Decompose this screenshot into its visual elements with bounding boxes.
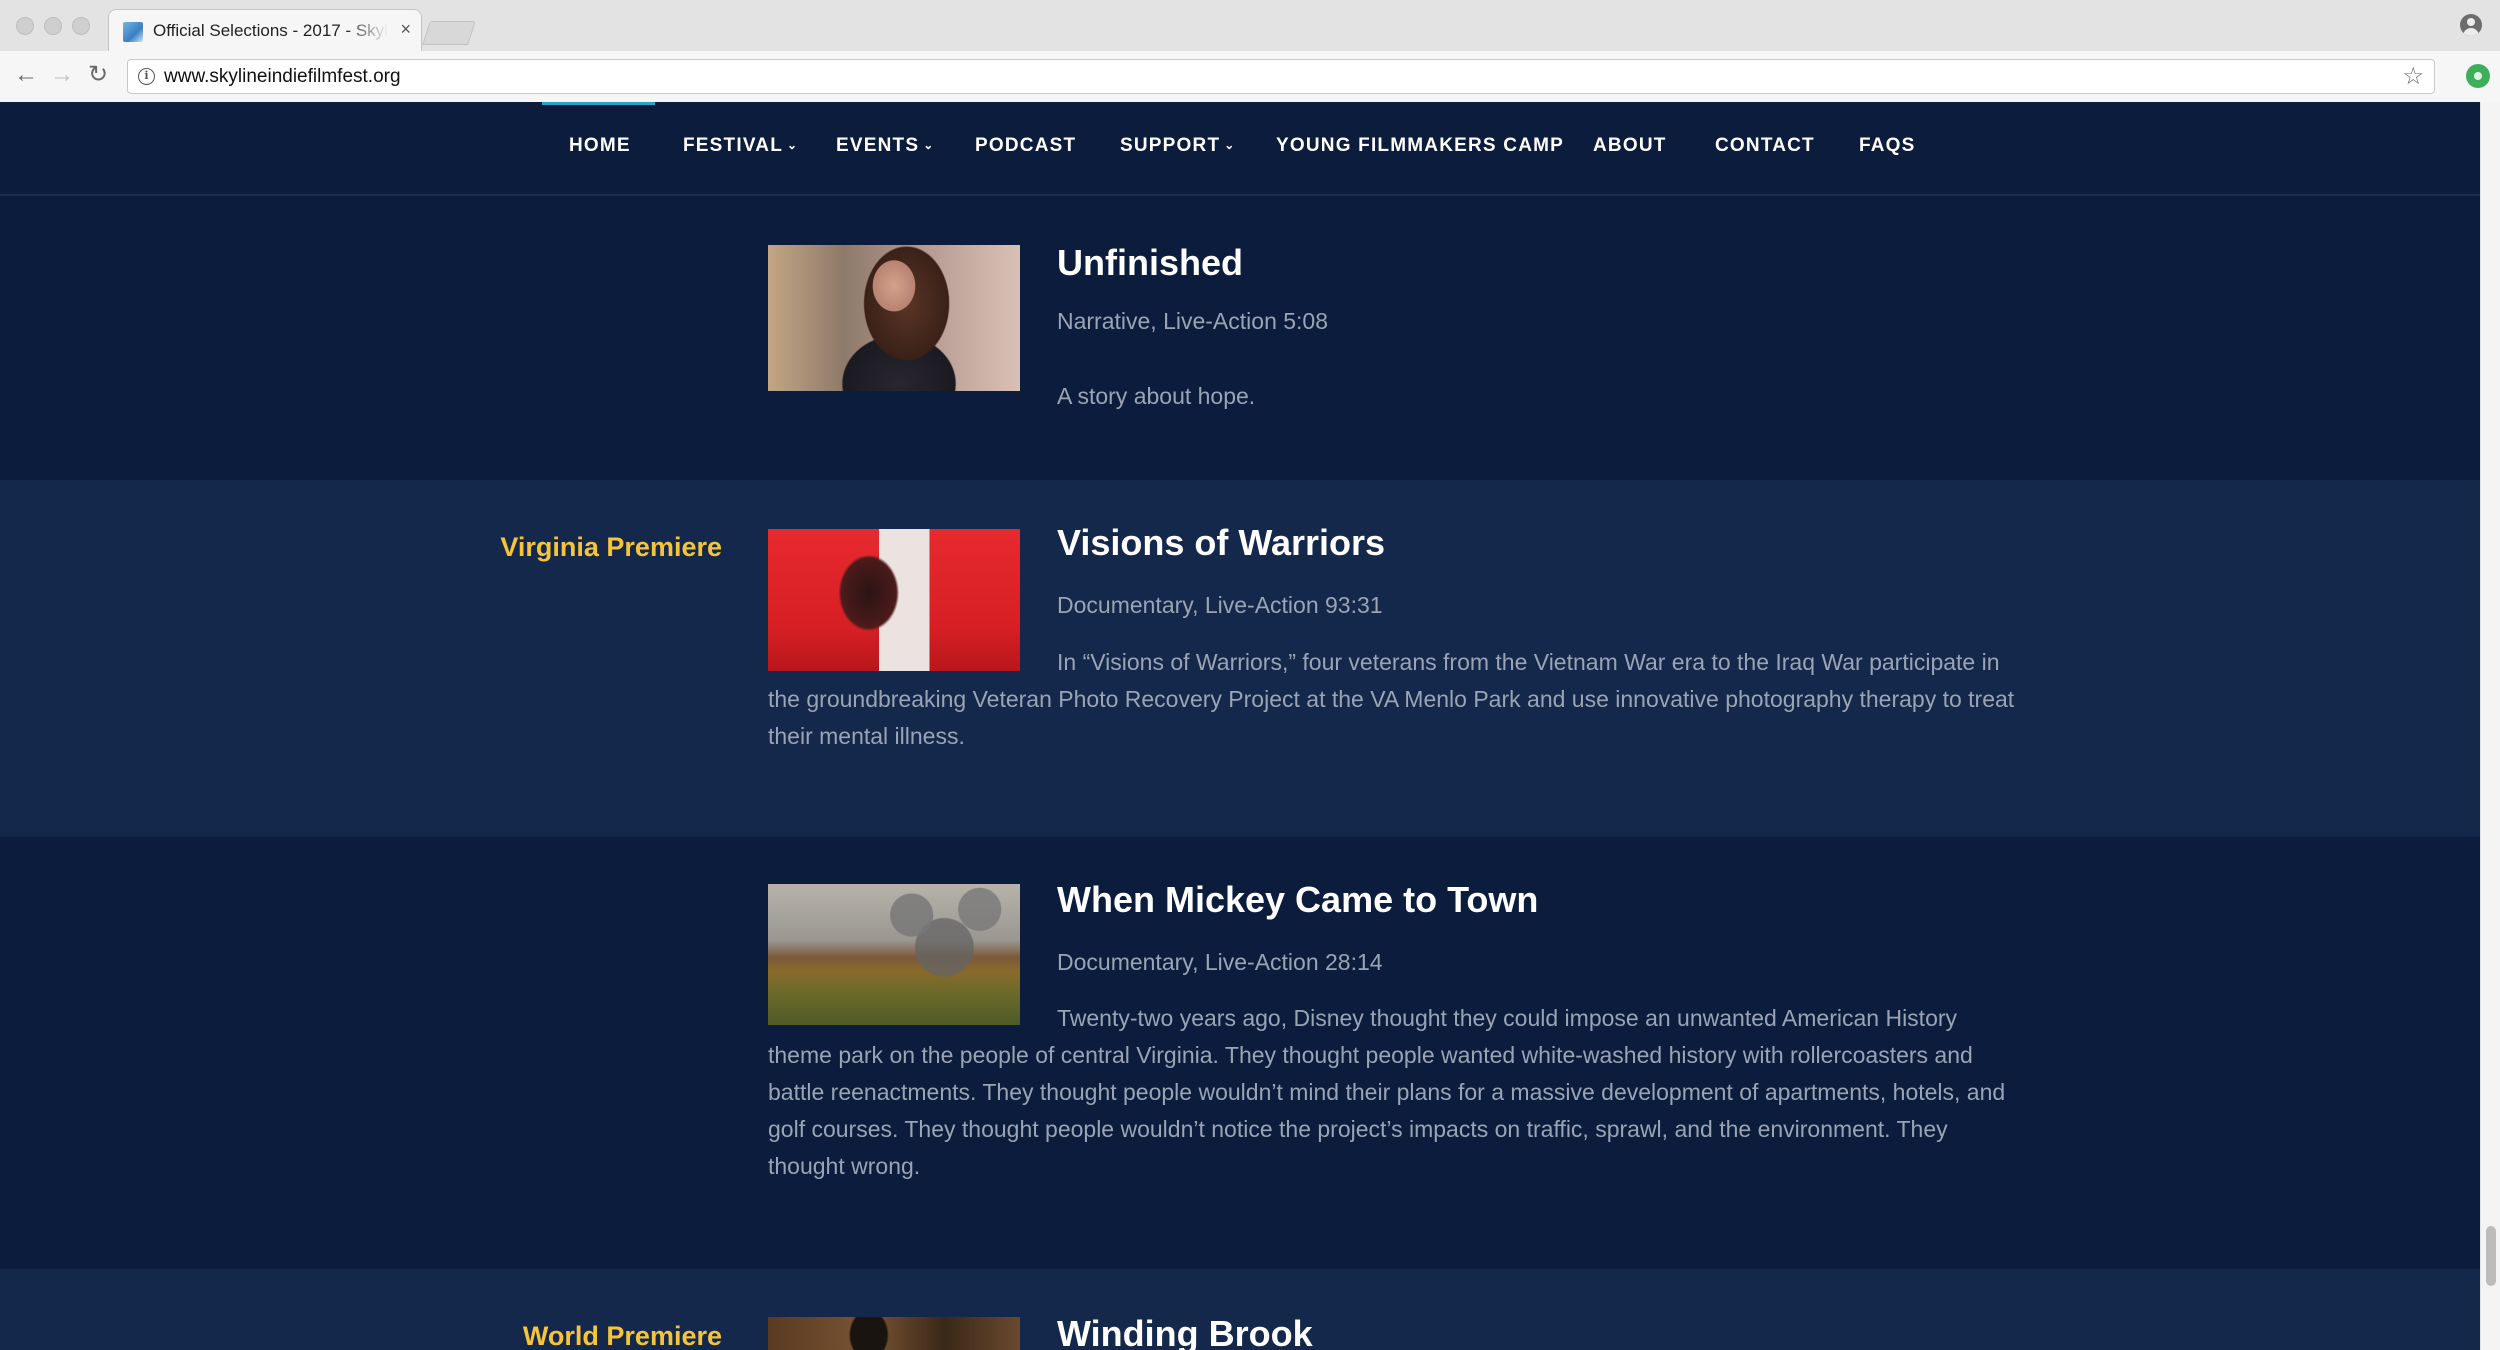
- film-description: In “Visions of Warriors,” four veterans …: [768, 649, 2015, 749]
- film-thumbnail[interactable]: [768, 1317, 1020, 1350]
- nav-item-podcast[interactable]: PODCAST: [975, 135, 1076, 157]
- nav-item-festival[interactable]: FESTIVAL ⌄: [683, 135, 798, 157]
- film-description: Twenty-two years ago, Disney thought the…: [768, 1005, 2006, 1179]
- site-navigation: HOME FESTIVAL ⌄ EVENTS ⌄ PODCAST SUPPORT ⌄ …: [0, 102, 2480, 196]
- page-scrollbar[interactable]: [2480, 102, 2500, 1350]
- film-entry: When Mickey Came to Town Documentary, Li…: [0, 837, 2480, 1269]
- browser-toolbar: ← → ↻ i www.skylineindiefilmfest.org ☆: [0, 51, 2500, 102]
- scrollbar-thumb[interactable]: [2486, 1226, 2496, 1286]
- film-entry: Virginia Premiere Visions of Warriors Do…: [0, 480, 2480, 837]
- window-zoom-button[interactable]: [72, 17, 90, 35]
- film-description: A story about hope.: [1057, 383, 1256, 409]
- film-meta: Documentary, Live-Action 28:14: [1057, 949, 1383, 975]
- film-title[interactable]: Visions of Warriors: [1057, 522, 1385, 564]
- bookmark-star-icon[interactable]: ☆: [2402, 62, 2424, 91]
- film-meta: Narrative, Live-Action 5:08: [1057, 308, 1329, 334]
- chevron-down-icon: ⌄: [923, 138, 935, 152]
- url-text[interactable]: www.skylineindiefilmfest.org: [164, 66, 401, 88]
- tab-close-icon[interactable]: ×: [400, 19, 411, 40]
- address-bar[interactable]: i www.skylineindiefilmfest.org ☆: [127, 59, 2435, 94]
- nav-active-indicator: [542, 102, 655, 105]
- site-favicon-icon: [123, 22, 143, 42]
- film-title[interactable]: Winding Brook: [1057, 1313, 1313, 1350]
- nav-item-young-filmmakers-camp[interactable]: YOUNG FILMMAKERS CAMP: [1276, 135, 1564, 157]
- nav-item-support[interactable]: SUPPORT ⌄: [1120, 135, 1236, 157]
- window-minimize-button[interactable]: [44, 17, 62, 35]
- nav-item-contact[interactable]: CONTACT: [1715, 135, 1815, 157]
- nav-item-faqs[interactable]: FAQS: [1859, 135, 1916, 157]
- film-title[interactable]: When Mickey Came to Town: [1057, 879, 1538, 921]
- film-entry: World Premiere Winding Brook: [0, 1269, 2480, 1350]
- reload-icon[interactable]: ↻: [88, 61, 108, 89]
- chevron-down-icon: ⌄: [1224, 138, 1236, 152]
- profile-icon[interactable]: [2460, 14, 2482, 36]
- forward-arrow-icon[interactable]: →: [50, 61, 74, 89]
- new-tab-button[interactable]: [422, 21, 476, 45]
- film-meta: Documentary, Live-Action 93:31: [1057, 592, 1383, 618]
- premiere-label: Virginia Premiere: [500, 532, 722, 562]
- site-info-icon[interactable]: i: [138, 68, 155, 85]
- window-close-button[interactable]: [16, 17, 34, 35]
- back-arrow-icon[interactable]: ←: [14, 61, 38, 89]
- browser-tab-active[interactable]: Official Selections - 2017 - Skyline ×: [108, 9, 422, 52]
- film-entry: Unfinished Narrative, Live-Action 5:08 A…: [0, 198, 2480, 480]
- extension-icon[interactable]: [2466, 64, 2490, 88]
- film-title[interactable]: Unfinished: [1057, 242, 1243, 284]
- film-thumbnail[interactable]: [768, 245, 1020, 391]
- tab-title: Official Selections - 2017 - Skyline: [153, 21, 388, 40]
- premiere-label: World Premiere: [522, 1321, 722, 1350]
- browser-chrome: Official Selections - 2017 - Skyline × ←…: [0, 0, 2500, 102]
- tab-strip: Official Selections - 2017 - Skyline ×: [0, 0, 2500, 52]
- chevron-down-icon: ⌄: [787, 138, 799, 152]
- nav-item-events[interactable]: EVENTS ⌄: [836, 135, 934, 157]
- web-page: HOME FESTIVAL ⌄ EVENTS ⌄ PODCAST SUPPORT ⌄ …: [0, 102, 2480, 1350]
- nav-item-about[interactable]: ABOUT: [1593, 135, 1667, 157]
- nav-item-home[interactable]: HOME: [569, 135, 631, 157]
